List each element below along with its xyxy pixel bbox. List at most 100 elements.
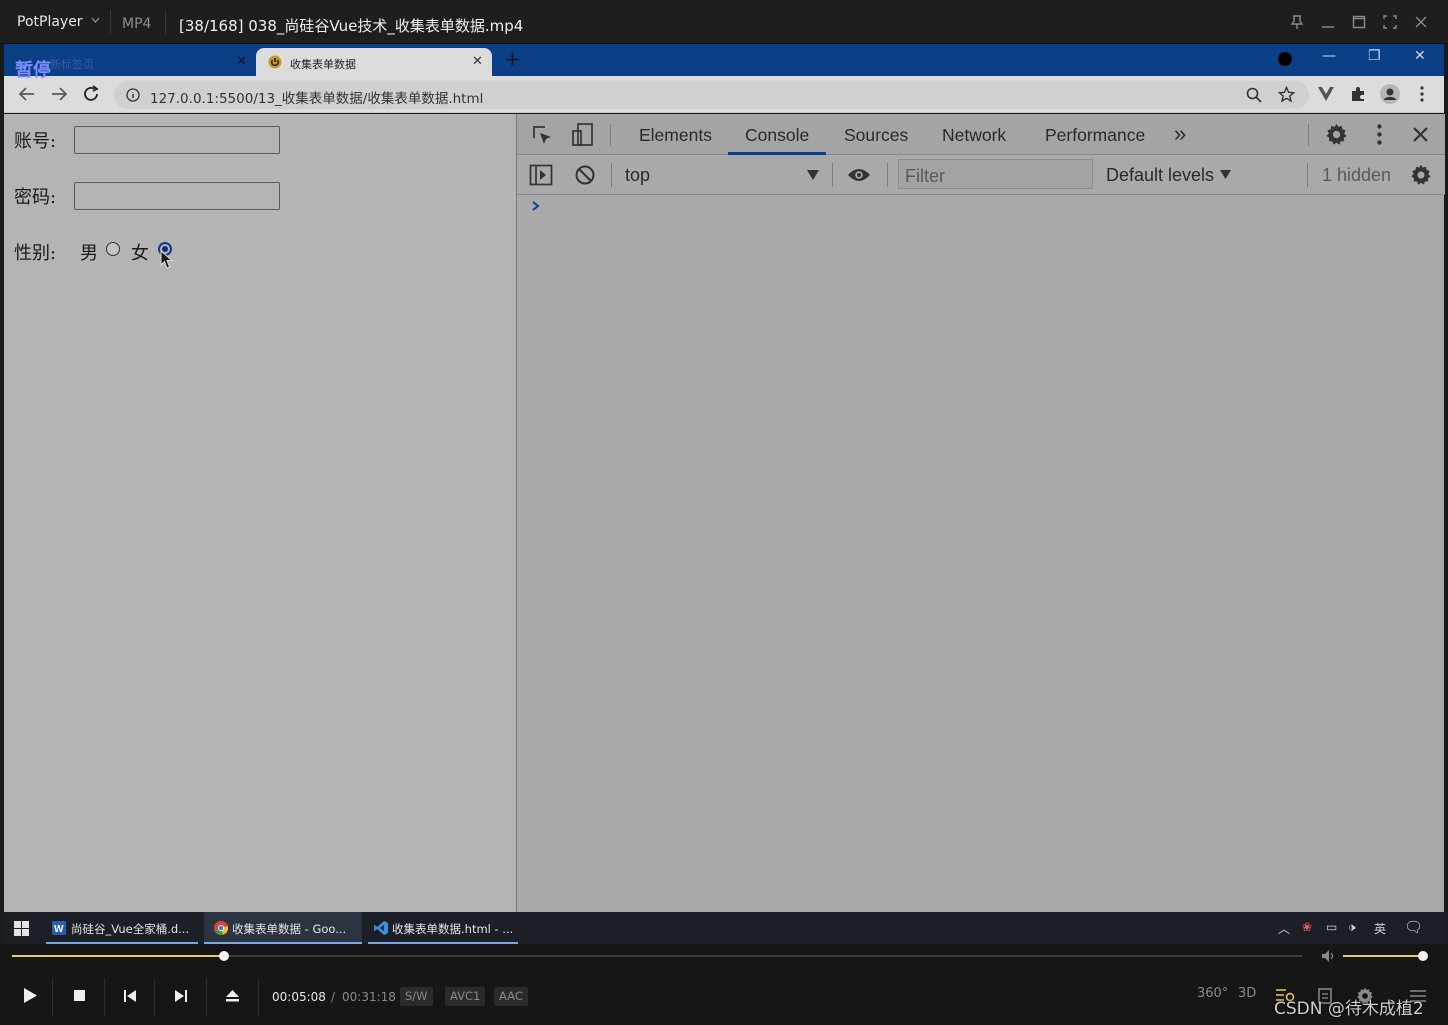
current-time: 00:05:08: [272, 990, 326, 1004]
volume-slider[interactable]: [1343, 951, 1428, 961]
forward-arrow-icon[interactable]: [50, 85, 68, 103]
maximize-icon[interactable]: [1352, 14, 1366, 30]
eject-icon[interactable]: [226, 990, 239, 1002]
tray-app-icon[interactable]: ❀: [1302, 920, 1312, 934]
password-input[interactable]: [74, 182, 280, 210]
seek-handle[interactable]: [218, 951, 229, 961]
browser-toolbar: 127.0.0.1:5500/13_收集表单数据/收集表单数据.html: [4, 76, 1444, 113]
tab-network[interactable]: Network: [942, 125, 1006, 146]
seek-area: [0, 944, 1448, 968]
fullscreen-icon[interactable]: [1383, 14, 1397, 30]
format-label: MP4: [122, 16, 152, 32]
kebab-menu-icon[interactable]: [1377, 124, 1382, 145]
3d-button[interactable]: 3D: [1238, 986, 1256, 1001]
renderer-badge[interactable]: S/W: [400, 987, 433, 1006]
vr-360-button[interactable]: 360°: [1197, 986, 1228, 1001]
taskbar-item-label: 收集表单数据.html - ...: [392, 922, 514, 936]
console-filter-input[interactable]: Filter: [898, 159, 1093, 189]
extensions-puzzle-icon[interactable]: [1350, 86, 1366, 102]
eye-icon[interactable]: [847, 167, 871, 183]
close-icon[interactable]: ✕: [472, 54, 483, 69]
clear-console-icon[interactable]: [574, 164, 596, 186]
tab-console[interactable]: Console: [745, 125, 809, 146]
divider: [832, 163, 833, 187]
profile-avatar-icon[interactable]: [1380, 84, 1400, 104]
tab-sources[interactable]: Sources: [844, 125, 908, 146]
sidebar-toggle-icon[interactable]: [529, 164, 553, 186]
audio-codec-badge[interactable]: AAC: [494, 987, 528, 1006]
taskbar-item-word[interactable]: W 尚硅谷_Vue全家桶.d...: [46, 912, 198, 944]
back-arrow-icon[interactable]: [18, 85, 36, 103]
taskbar-item-chrome[interactable]: 收集表单数据 - Goo...: [204, 912, 362, 944]
volume-icon[interactable]: 🕩: [1348, 920, 1356, 935]
bookmark-star-icon[interactable]: [1278, 86, 1295, 103]
reload-icon[interactable]: [82, 85, 100, 103]
divider: [110, 10, 111, 34]
minimize-icon[interactable]: —: [1322, 48, 1336, 64]
divider: [104, 978, 105, 1016]
close-icon[interactable]: ✕: [1414, 48, 1426, 64]
seek-progress: [12, 955, 224, 957]
pin-icon[interactable]: [1290, 14, 1304, 30]
zoom-icon[interactable]: [1246, 87, 1262, 103]
filter-placeholder: Filter: [905, 166, 945, 186]
divider: [1308, 124, 1309, 146]
context-select[interactable]: top: [625, 165, 650, 186]
tray-expand-chevron-icon[interactable]: ︿: [1278, 920, 1290, 937]
windows-start-icon[interactable]: [14, 921, 29, 936]
tab-search-icon[interactable]: [1278, 52, 1292, 66]
close-icon[interactable]: [1414, 14, 1428, 30]
settings-gear-icon[interactable]: [1325, 123, 1348, 146]
more-tabs-icon[interactable]: »: [1174, 121, 1186, 147]
stop-icon[interactable]: [74, 990, 85, 1001]
console-prompt-chevron-icon[interactable]: [531, 200, 540, 212]
seek-bar[interactable]: [12, 951, 1302, 961]
close-icon[interactable]: [1412, 126, 1429, 143]
taskbar-item-vscode[interactable]: 收集表单数据.html - ...: [368, 912, 518, 944]
play-icon[interactable]: [24, 988, 37, 1003]
video-codec-badge[interactable]: AVC1: [445, 987, 486, 1006]
log-levels-dropdown[interactable]: Default levels: [1106, 165, 1214, 186]
close-icon[interactable]: ✕: [236, 54, 247, 69]
previous-icon[interactable]: [124, 990, 136, 1002]
device-toolbar-icon[interactable]: [571, 122, 595, 148]
restore-icon[interactable]: ❐: [1368, 48, 1381, 64]
player-app-menu[interactable]: PotPlayer: [17, 14, 83, 30]
dropdown-arrow-icon[interactable]: [1220, 170, 1231, 179]
battery-icon[interactable]: ▭: [1326, 920, 1337, 934]
account-label: 账号:: [14, 131, 57, 152]
taskbar-item-label: 收集表单数据 - Goo...: [232, 922, 347, 936]
minimize-icon[interactable]: [1321, 14, 1335, 30]
tab-form-page[interactable]: 收集表单数据 ✕: [256, 48, 492, 76]
notification-icon[interactable]: 🗨: [1404, 918, 1423, 936]
tab-elements[interactable]: Elements: [639, 125, 712, 146]
ime-indicator[interactable]: 英: [1374, 920, 1386, 937]
dropdown-arrow-icon[interactable]: [807, 170, 819, 180]
address-bar[interactable]: 127.0.0.1:5500/13_收集表单数据/收集表单数据.html: [114, 81, 1309, 109]
female-option-label: 女: [131, 243, 149, 264]
hidden-messages-count: 1 hidden: [1322, 165, 1392, 185]
svg-text:W: W: [54, 924, 64, 935]
vue-devtools-icon[interactable]: [1318, 87, 1334, 102]
info-icon[interactable]: [126, 88, 140, 102]
volume-handle[interactable]: [1417, 951, 1428, 961]
console-toolbar: top Filter Default levels 1 hidden: [517, 155, 1445, 195]
tab-performance[interactable]: Performance: [1045, 125, 1145, 146]
taskbar-item-label: 尚硅谷_Vue全家桶.d...: [71, 922, 190, 936]
next-icon[interactable]: [175, 990, 187, 1002]
time-separator: /: [331, 990, 336, 1004]
divider: [154, 978, 155, 1016]
kebab-menu-icon[interactable]: [1420, 86, 1424, 102]
account-input[interactable]: [74, 126, 280, 154]
new-tab-plus-icon[interactable]: +: [504, 47, 521, 71]
male-radio[interactable]: [106, 242, 120, 256]
devtools-tab-bar: Elements Console Sources Network Perform…: [517, 114, 1445, 155]
volume-speaker-icon[interactable]: [1322, 950, 1336, 962]
tab-title: 收集表单数据: [290, 58, 356, 71]
console-settings-gear-icon[interactable]: [1410, 164, 1432, 186]
player-controls: 00:05:08 / 00:31:18 S/W AVC1 AAC 360° 3D: [0, 968, 1448, 1025]
chevron-down-icon[interactable]: [91, 17, 100, 23]
inspect-element-icon[interactable]: [531, 124, 553, 146]
divider: [887, 163, 888, 187]
divider: [1307, 163, 1308, 187]
